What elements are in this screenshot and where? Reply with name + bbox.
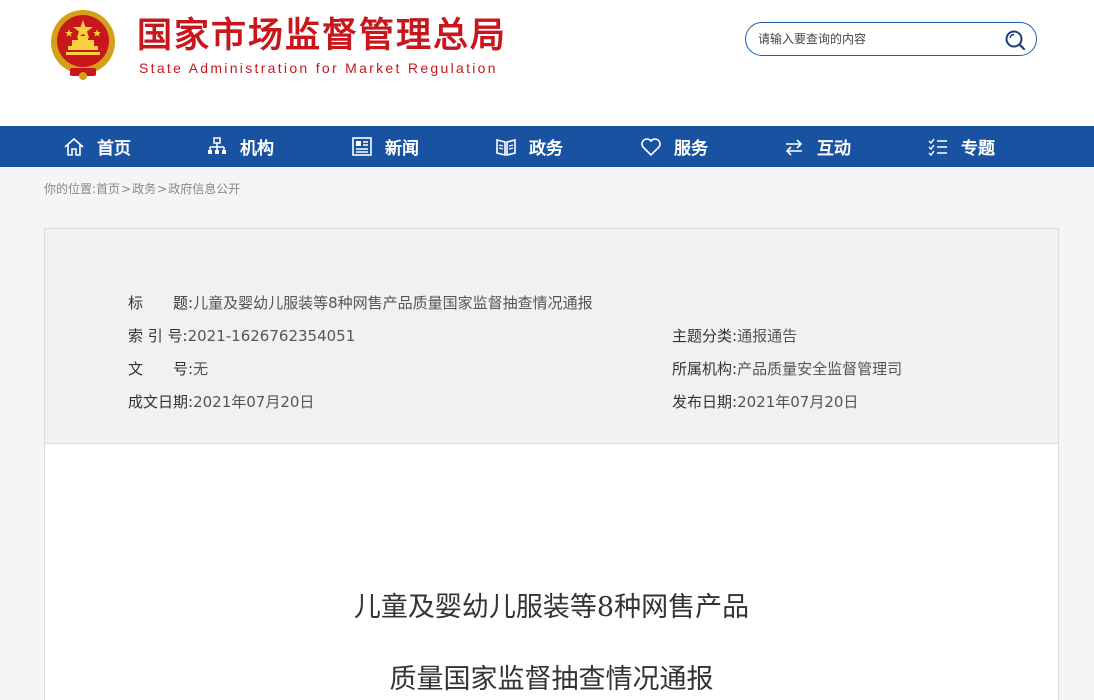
meta-category-label: 主题分类:	[672, 327, 738, 345]
breadcrumb-prefix: 你的位置:	[44, 182, 97, 196]
nav-item-topics[interactable]: 专题	[927, 126, 995, 167]
nav-label: 政务	[529, 139, 563, 159]
nav-label: 机构	[240, 139, 274, 159]
nav-item-news[interactable]: 新闻	[351, 126, 419, 167]
meta-created-label: 成文日期:	[128, 393, 194, 411]
nav-item-org[interactable]: 机构	[206, 126, 274, 167]
breadcrumb-separator: >	[121, 182, 132, 196]
book-icon	[496, 138, 516, 156]
meta-title-row: 标 题:儿童及婴幼儿服装等8种网售产品质量国家监督抽查情况通报	[128, 293, 593, 313]
meta-created-value: 2021年07月20日	[193, 393, 315, 411]
breadcrumb-info-disclosure[interactable]: 政府信息公开	[168, 182, 240, 196]
search-box	[745, 22, 1037, 56]
breadcrumb-home[interactable]: 首页	[96, 182, 120, 196]
meta-index-label: 索 引 号:	[128, 327, 188, 345]
meta-index-value: 2021-1626762354051	[187, 327, 356, 345]
main-nav: 首页 机构 新闻 政务 服务 互动 专题	[0, 126, 1094, 167]
breadcrumb: 你的位置:首页>政务>政府信息公开	[44, 180, 240, 197]
nav-item-interaction[interactable]: 互动	[783, 126, 851, 167]
site-name-cn[interactable]: 国家市场监督管理总局	[137, 14, 507, 58]
meta-category-value: 通报通告	[737, 327, 798, 345]
document-meta: 标 题:儿童及婴幼儿服装等8种网售产品质量国家监督抽查情况通报 索 引 号:20…	[45, 229, 1058, 444]
meta-published-label: 发布日期:	[672, 393, 738, 411]
search-input[interactable]	[758, 29, 998, 49]
search-icon[interactable]	[1004, 29, 1026, 51]
home-icon	[64, 137, 84, 156]
nav-label: 服务	[674, 139, 708, 159]
meta-doc-no-value: 无	[193, 360, 209, 378]
org-chart-icon	[208, 136, 226, 154]
nav-item-services[interactable]: 服务	[640, 126, 708, 167]
meta-category-row: 主题分类:通报通告	[672, 326, 797, 346]
meta-org-row: 所属机构:产品质量安全监督管理司	[672, 359, 902, 379]
heart-icon	[641, 137, 661, 156]
meta-org-label: 所属机构:	[672, 360, 738, 378]
meta-published-row: 发布日期:2021年07月20日	[672, 392, 858, 412]
nav-item-gov-affairs[interactable]: 政务	[495, 126, 563, 167]
news-icon	[352, 136, 372, 156]
meta-title-label: 标 题:	[128, 294, 194, 312]
nav-item-home[interactable]: 首页	[63, 126, 131, 167]
nav-label: 互动	[817, 139, 851, 159]
nav-label: 专题	[961, 139, 995, 159]
site-name-en[interactable]: State Administration for Market Regulati…	[139, 60, 498, 76]
meta-org-value: 产品质量安全监督管理司	[737, 360, 903, 378]
breadcrumb-gov-affairs[interactable]: 政务	[132, 182, 156, 196]
article-container: 标 题:儿童及婴幼儿服装等8种网售产品质量国家监督抽查情况通报 索 引 号:20…	[44, 228, 1059, 700]
meta-published-value: 2021年07月20日	[737, 393, 859, 411]
document-title-line1: 儿童及婴幼儿服装等8种网售产品	[353, 592, 750, 623]
document-title-line2: 质量国家监督抽查情况通报	[389, 664, 714, 695]
nav-label: 新闻	[385, 139, 419, 159]
site-header: 国家市场监督管理总局 State Administration for Mark…	[0, 0, 1094, 126]
swap-arrows-icon	[785, 138, 803, 156]
meta-doc-no-row: 文 号:无	[128, 359, 208, 379]
meta-created-row: 成文日期:2021年07月20日	[128, 392, 314, 412]
meta-title-value: 儿童及婴幼儿服装等8种网售产品质量国家监督抽查情况通报	[193, 294, 593, 312]
list-icon	[928, 138, 947, 156]
national-emblem-icon[interactable]	[48, 8, 118, 82]
breadcrumb-separator: >	[157, 182, 168, 196]
meta-doc-no-label: 文 号:	[128, 360, 194, 378]
nav-label: 首页	[97, 139, 131, 159]
meta-index-row: 索 引 号:2021-1626762354051	[128, 326, 355, 346]
